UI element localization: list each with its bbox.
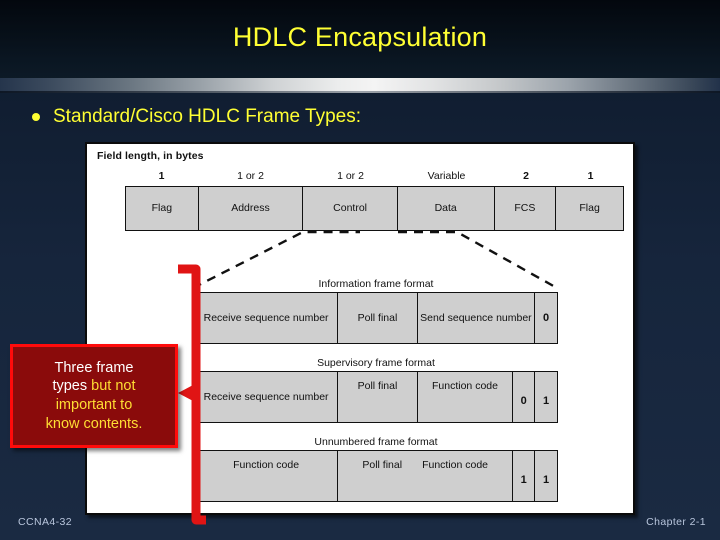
information-frame-label: Information frame format — [318, 278, 434, 290]
length-label: 2 — [523, 170, 529, 182]
cell-text-function-code: Function code — [422, 459, 489, 471]
callout-line-2a: types — [52, 378, 92, 395]
frame-field-fcs: FCS — [495, 187, 557, 230]
unnum-cell-poll-final-function-code: Poll final Function code — [338, 451, 514, 501]
info-bit-0: 0 — [542, 311, 550, 324]
length-label: 1 — [158, 170, 165, 182]
hdlc-frame-diagram-panel: Field length, in bytes 1 1 or 2 1 or 2 V… — [85, 142, 635, 515]
length-label: 1 or 2 — [237, 170, 264, 182]
unnum-bit-1a: 1 — [513, 451, 536, 501]
supervisory-frame-label: Supervisory frame format — [317, 357, 435, 369]
callout-note: Three frame types but not important to k… — [10, 344, 178, 448]
frame-field-flag-end: Flag — [579, 202, 600, 215]
info-cell-send-sequence-number: Send sequence number — [418, 293, 536, 343]
sup-cell-receive-sequence-number: Receive sequence number — [195, 372, 339, 422]
top-frame-length-labels: 1 1 or 2 1 or 2 Variable 2 1 — [125, 170, 624, 182]
sup-bit-1: 1 — [543, 395, 550, 408]
field-length-label: Field length, in bytes — [97, 150, 204, 162]
length-label: 1 or 2 — [337, 170, 364, 182]
bullet-label: Standard/Cisco HDLC Frame Types: — [53, 106, 361, 127]
sup-bit-0: 0 — [513, 372, 536, 422]
cell-text: Receive sequence number — [203, 390, 329, 403]
supervisory-frame-row: Receive sequence number Poll final Funct… — [194, 371, 558, 423]
callout-line-4: know contents. — [45, 415, 143, 432]
page-title: HDLC Encapsulation — [232, 22, 488, 52]
callout-line-1: Three frame — [54, 359, 134, 376]
sup-cell-function-code: Function code — [418, 372, 514, 422]
cell-text: Send sequence number — [420, 311, 532, 324]
unnum-bit-1b: 1 — [542, 474, 550, 487]
length-label: 1 — [587, 170, 594, 182]
frame-field-address: Address — [199, 187, 304, 230]
slide: HDLC Encapsulation Standard/Cisco HDLC F… — [0, 0, 720, 540]
bullet-dot-icon — [32, 113, 40, 121]
callout-text: Three frame types but not important to k… — [46, 359, 143, 433]
info-cell-receive-sequence-number: Receive sequence number — [195, 293, 339, 343]
top-frame-row: Flag Address Control Data FCS Flag — [125, 186, 624, 231]
frame-field-flag: Flag — [126, 187, 199, 230]
info-cell-poll-final: Poll final — [338, 293, 418, 343]
callout-line-2b: but not — [91, 378, 136, 395]
frame-field-control: Control — [303, 187, 398, 230]
frame-field-data: Data — [398, 187, 495, 230]
cell-text: Receive sequence number — [203, 311, 329, 324]
information-frame-row: Receive sequence number Poll final Send … — [194, 292, 558, 344]
unnum-cell-function-code: Function code — [195, 451, 339, 501]
sup-cell-poll-final: Poll final — [338, 372, 418, 422]
unnumbered-frame-label: Unnumbered frame format — [314, 436, 438, 448]
bullet-item: Standard/Cisco HDLC Frame Types: — [32, 106, 361, 128]
unnumbered-frame-row: Function code Poll final Function code 1… — [194, 450, 558, 502]
footer-right-label: Chapter 2-1 — [646, 516, 706, 528]
callout-line-3: important to — [55, 397, 133, 413]
diagram-content: Field length, in bytes 1 1 or 2 1 or 2 V… — [87, 144, 633, 513]
title-divider-bar — [0, 78, 720, 93]
footer-left-label: CCNA4-32 — [18, 516, 72, 528]
length-label: Variable — [427, 170, 466, 182]
cell-text-poll-final: Poll final — [362, 459, 403, 471]
